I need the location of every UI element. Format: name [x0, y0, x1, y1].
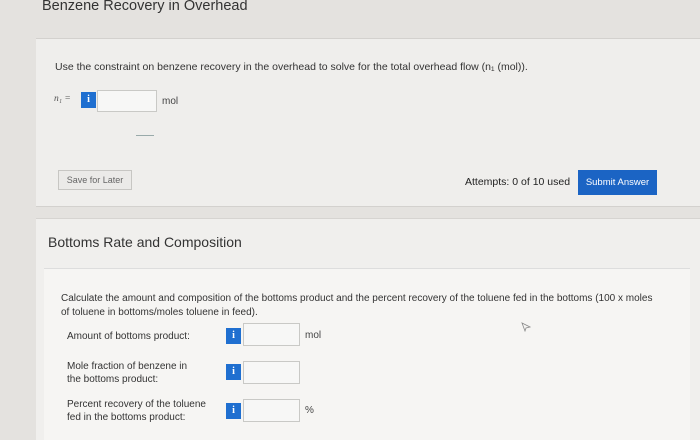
toluene-recovery-input[interactable]: [243, 399, 300, 422]
n1-input[interactable]: [97, 90, 157, 112]
part2-question: Calculate the amount and composition of …: [61, 293, 653, 318]
section-title: Bottoms Rate and Composition: [48, 234, 242, 250]
attempts-counter: Attempts: 0 of 10 used: [465, 176, 571, 188]
n1-label: n₁ =: [54, 94, 71, 104]
bottoms-amount-unit: mol: [305, 330, 322, 341]
mouse-cursor-icon: [521, 322, 531, 332]
part1-question: Use the constraint on benzene recovery i…: [55, 61, 528, 73]
save-for-later-button[interactable]: Save for Later: [58, 170, 132, 190]
info-icon[interactable]: i: [81, 92, 96, 108]
submit-answer-button[interactable]: Submit Answer: [578, 170, 657, 195]
toluene-recovery-unit: %: [305, 405, 314, 416]
info-icon[interactable]: i: [226, 403, 241, 419]
toluene-recovery-label: Percent recovery of the toluene fed in t…: [67, 399, 206, 423]
info-icon[interactable]: i: [226, 328, 241, 344]
n1-unit: mol: [162, 96, 179, 107]
benzene-mole-fraction-input[interactable]: [243, 361, 300, 384]
bottoms-amount-input[interactable]: [243, 323, 300, 346]
benzene-mole-fraction-label: Mole fraction of benzene in the bottoms …: [67, 361, 188, 385]
divider-mark: [136, 135, 154, 136]
bottoms-amount-label: Amount of bottoms product:: [67, 331, 190, 342]
info-icon[interactable]: i: [226, 364, 241, 380]
page-title: Benzene Recovery in Overhead: [42, 0, 248, 14]
panel-divider: [36, 206, 700, 207]
